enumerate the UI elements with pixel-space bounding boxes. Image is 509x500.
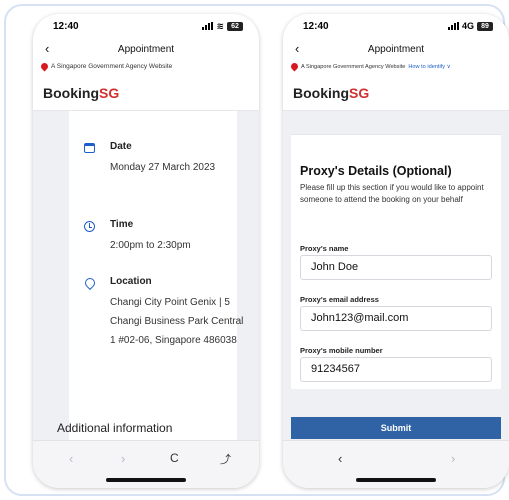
- location-detail: Location Changi City Point Genix | 5 Cha…: [82, 275, 254, 396]
- status-bar: 12:40 4G 89: [283, 14, 509, 38]
- status-time: 12:40: [303, 20, 329, 32]
- back-chevron-icon[interactable]: ‹: [295, 40, 299, 58]
- proxy-title: Proxy's Details (Optional): [300, 164, 452, 178]
- gov-banner: A Singapore Government Agency Website Ho…: [283, 60, 509, 73]
- signal-icon: [447, 22, 459, 30]
- share-icon[interactable]: ⤴: [220, 451, 231, 467]
- browser-toolbar: ‹ ›: [283, 440, 509, 488]
- nav-title: Appointment: [117, 43, 175, 55]
- browser-toolbar: ‹ › C ⤴: [33, 440, 259, 488]
- home-indicator: [356, 478, 436, 482]
- status-icons: 4G 89: [447, 21, 493, 31]
- back-chevron-icon[interactable]: ‹: [45, 40, 49, 58]
- submit-button[interactable]: Submit: [291, 417, 501, 439]
- content-background: Date Monday 27 March 2023 Time 2:00pm to…: [33, 111, 259, 440]
- nav-bar: ‹ Appointment: [283, 40, 509, 58]
- status-bar: 12:40 ≋ 62: [33, 14, 259, 38]
- browser-back-icon[interactable]: ‹: [69, 451, 73, 466]
- phone-appointment-details: 12:40 ≋ 62 ‹ Appointment A Singapore Gov…: [33, 14, 259, 488]
- time-detail: Time 2:00pm to 2:30pm: [84, 219, 254, 259]
- signal-icon: [202, 22, 214, 30]
- proxy-mobile-label: Proxy's mobile number: [300, 346, 383, 355]
- brand-header[interactable]: Booking SG: [33, 75, 259, 111]
- brand-booking: Booking: [293, 84, 349, 101]
- nav-bar: ‹ Appointment: [33, 40, 259, 58]
- home-indicator: [106, 478, 186, 482]
- date-label: Date: [110, 141, 132, 152]
- gov-banner-text: A Singapore Government Agency Website: [301, 63, 406, 70]
- network-label: 4G: [461, 21, 474, 31]
- proxy-email-label: Proxy's email address: [300, 295, 379, 304]
- gov-banner-text: A Singapore Government Agency Website: [51, 63, 173, 70]
- proxy-mobile-input[interactable]: 91234567: [300, 357, 492, 382]
- battery-icon: 89: [477, 21, 493, 31]
- time-value: 2:00pm to 2:30pm: [110, 240, 191, 251]
- reload-icon[interactable]: C: [170, 451, 179, 465]
- gov-banner: A Singapore Government Agency Website: [33, 60, 259, 73]
- status-time: 12:40: [53, 20, 79, 32]
- wifi-icon: ≋: [216, 20, 224, 31]
- brand-booking: Booking: [43, 84, 99, 101]
- lion-head-icon: [39, 61, 50, 72]
- nav-title: Appointment: [367, 43, 425, 55]
- proxy-name-input[interactable]: John Doe: [300, 255, 492, 280]
- phone-proxy-details: 12:40 4G 89 ‹ Appointment A Singapore Go…: [283, 14, 509, 488]
- brand-sg: SG: [349, 84, 370, 101]
- how-to-identify-link[interactable]: How to identify ∨: [408, 64, 450, 70]
- date-value: Monday 27 March 2023: [110, 162, 216, 173]
- clock-icon: [84, 219, 98, 233]
- brand-header[interactable]: Booking SG: [283, 75, 509, 111]
- location-pin-icon: [82, 275, 98, 291]
- appointment-card: Date Monday 27 March 2023 Time 2:00pm to…: [69, 111, 243, 440]
- lion-head-icon: [289, 61, 300, 72]
- proxy-description: Please fill up this section if you would…: [300, 183, 484, 204]
- location-label: Location: [110, 276, 152, 287]
- battery-icon: 62: [227, 21, 243, 31]
- proxy-name-label: Proxy's name: [300, 244, 349, 253]
- time-label: Time: [110, 219, 134, 230]
- browser-forward-icon[interactable]: ›: [451, 451, 455, 466]
- calendar-icon: [84, 141, 98, 155]
- status-icons: ≋ 62: [202, 21, 243, 32]
- proxy-email-input[interactable]: John123@mail.com: [300, 306, 492, 331]
- date-detail: Date Monday 27 March 2023: [84, 141, 254, 211]
- brand-sg: SG: [99, 84, 120, 101]
- additional-info-heading: Additional information: [57, 421, 173, 435]
- browser-forward-icon[interactable]: ›: [121, 451, 125, 466]
- location-value: Changi City Point Genix | 5 Changi Busin…: [110, 297, 244, 346]
- browser-back-icon[interactable]: ‹: [338, 451, 342, 466]
- screenshot-canvas: 12:40 ≋ 62 ‹ Appointment A Singapore Gov…: [0, 0, 509, 500]
